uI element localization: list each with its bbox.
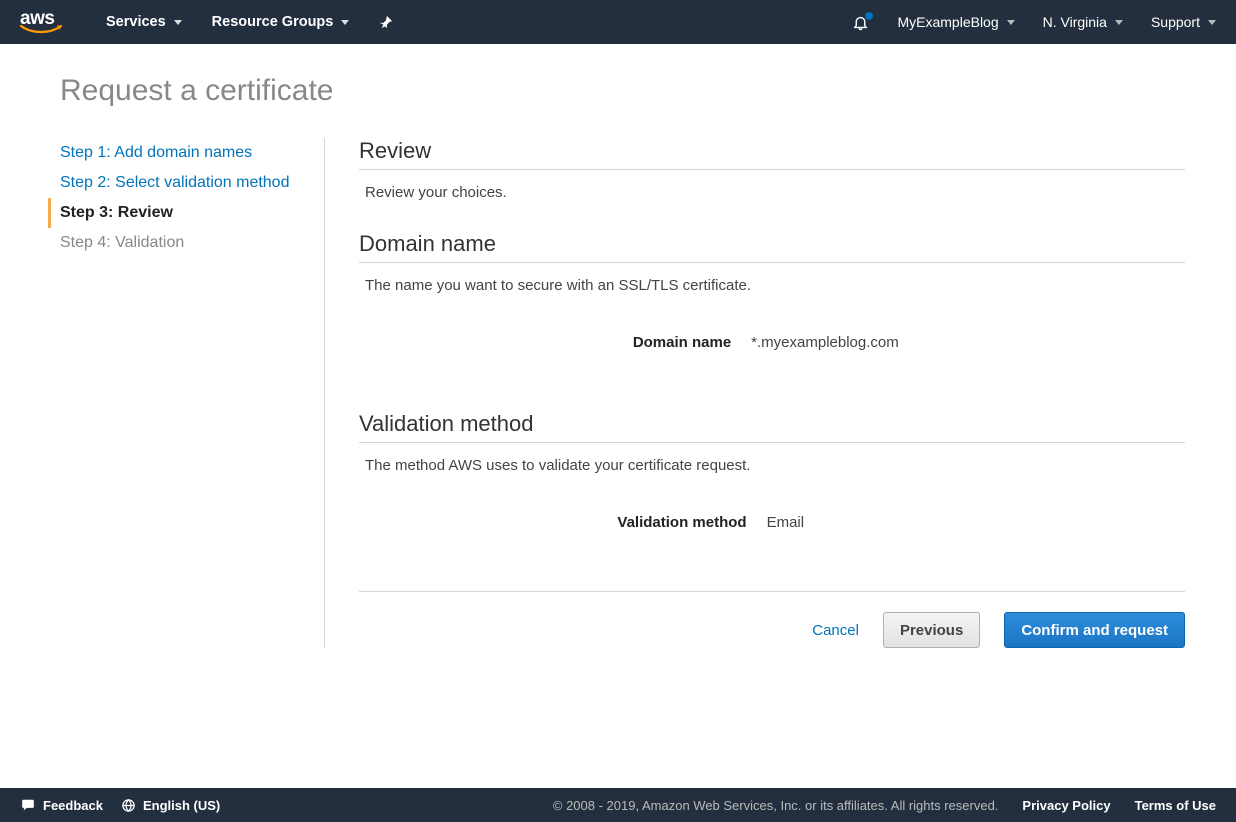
validation-key: Validation method <box>617 514 746 531</box>
validation-row: Validation method Email <box>359 514 1185 531</box>
wizard-steps: Step 1: Add domain names Step 2: Select … <box>60 138 325 648</box>
step-4: Step 4: Validation <box>48 228 314 258</box>
footer-language-label: English (US) <box>143 798 220 813</box>
chevron-down-icon <box>1007 20 1015 25</box>
nav-support[interactable]: Support <box>1151 14 1216 30</box>
domain-key: Domain name <box>633 334 731 351</box>
chevron-down-icon <box>341 20 349 25</box>
previous-button[interactable]: Previous <box>883 612 980 648</box>
aws-logo[interactable]: aws <box>20 9 66 35</box>
nav-support-label: Support <box>1151 14 1200 30</box>
notifications[interactable] <box>852 14 869 31</box>
wizard-actions: Cancel Previous Confirm and request <box>359 591 1185 648</box>
nav-resource-groups-label: Resource Groups <box>212 14 334 30</box>
footer-terms-link[interactable]: Terms of Use <box>1135 798 1216 813</box>
review-desc: Review your choices. <box>365 184 1185 201</box>
notification-dot-icon <box>865 12 873 20</box>
validation-heading: Validation method <box>359 411 1185 443</box>
footer-privacy-link[interactable]: Privacy Policy <box>1022 798 1110 813</box>
globe-icon <box>121 798 136 813</box>
confirm-and-request-button[interactable]: Confirm and request <box>1004 612 1185 648</box>
validation-value: Email <box>767 514 927 531</box>
cancel-button[interactable]: Cancel <box>812 622 859 639</box>
nav-services[interactable]: Services <box>106 14 182 30</box>
nav-region[interactable]: N. Virginia <box>1043 14 1123 30</box>
footer: Feedback English (US) © 2008 - 2019, Ama… <box>0 788 1236 822</box>
nav-account[interactable]: MyExampleBlog <box>897 14 1014 30</box>
domain-desc: The name you want to secure with an SSL/… <box>365 277 1185 294</box>
nav-resource-groups[interactable]: Resource Groups <box>212 14 350 30</box>
step-3[interactable]: Step 3: Review <box>48 198 314 228</box>
domain-row: Domain name *.myexampleblog.com <box>359 334 1185 351</box>
footer-language[interactable]: English (US) <box>121 798 220 813</box>
footer-copyright: © 2008 - 2019, Amazon Web Services, Inc.… <box>553 798 999 813</box>
page-title: Request a certificate <box>60 74 1186 108</box>
top-nav: aws Services Resource Groups <box>0 0 1236 44</box>
nav-services-label: Services <box>106 14 166 30</box>
domain-heading: Domain name <box>359 231 1185 263</box>
footer-feedback[interactable]: Feedback <box>20 798 103 813</box>
wizard-content: Review Review your choices. Domain name … <box>325 138 1185 648</box>
chevron-down-icon <box>174 20 182 25</box>
chevron-down-icon <box>1208 20 1216 25</box>
nav-region-label: N. Virginia <box>1043 14 1107 30</box>
pin-icon[interactable] <box>379 15 393 29</box>
validation-desc: The method AWS uses to validate your cer… <box>365 457 1185 474</box>
nav-account-label: MyExampleBlog <box>897 14 998 30</box>
review-heading: Review <box>359 138 1185 170</box>
step-2[interactable]: Step 2: Select validation method <box>48 168 314 198</box>
footer-feedback-label: Feedback <box>43 798 103 813</box>
chevron-down-icon <box>1115 20 1123 25</box>
step-1[interactable]: Step 1: Add domain names <box>48 138 314 168</box>
domain-value: *.myexampleblog.com <box>751 334 911 351</box>
speech-bubble-icon <box>20 798 36 812</box>
